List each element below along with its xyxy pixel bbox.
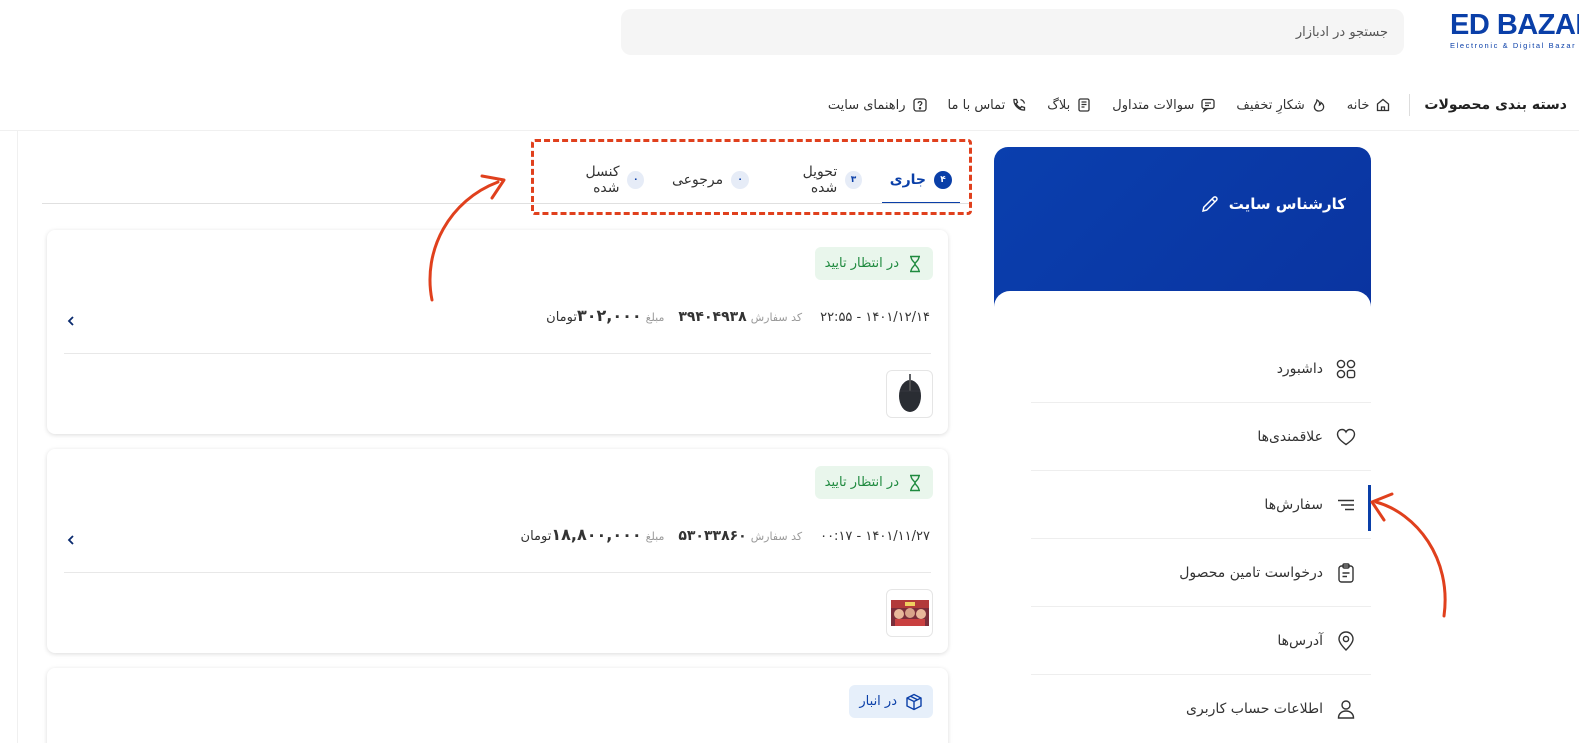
logo-subtitle: Electronic & Digital Bazar [1450,41,1577,50]
order-amount: ۳۰۲,۰۰۰ [576,306,642,325]
sidebar-item-favorites[interactable]: علاقمندی‌ها [1031,403,1371,471]
chat-icon [1201,98,1216,113]
status-badge: در انتظار تایید [814,247,933,280]
sidebar-item-label: داشبورد [1276,360,1323,377]
search-placeholder: جستجو در ادبازار [1295,24,1388,40]
nav-item-faq[interactable]: سوالات متداول [1112,97,1216,113]
clipboard-icon [1338,562,1354,583]
order-card[interactable]: در انبار [47,668,948,743]
nav-item-label: راهنمای سایت [827,97,906,113]
sidebar-item-label: آدرس‌ها [1277,632,1323,649]
content-edge [17,131,18,743]
nav-item-home[interactable]: خانه [1347,97,1392,113]
hourglass-icon [910,255,920,272]
site-logo[interactable]: ED BAZAR Electronic & Digital Bazar [1450,10,1579,60]
card-divider [64,353,931,354]
order-meta: ۱۴۰۱/۱۱/۲۷ - ۰۰:۱۷ کد سفارش ۵۳۰۳۳۸۶۰ مبل… [521,525,930,544]
user-icon [1337,700,1355,719]
sidebar-item-dashboard[interactable]: داشبورد [1031,335,1371,403]
nav-item-discount[interactable]: شکارِ تخفیف [1236,97,1326,113]
order-amount: ۱۸,۸۰۰,۰۰۰ [551,525,642,544]
order-date: ۱۴۰۱/۱۲/۱۴ - ۲۲:۵۵ [820,310,930,325]
nav-categories[interactable]: دسته بندی محصولات [1409,94,1567,116]
fire-icon [1313,98,1325,112]
nav-item-label: سوالات متداول [1112,97,1195,113]
sidebar-item-orders[interactable]: سفارش‌ها [1031,471,1371,539]
order-code: ۵۳۰۳۳۸۶۰ [678,528,747,544]
status-text: در انتظار تایید [824,256,899,271]
profile-menu: داشبورد علاقمندی‌ها سفارش‌ها درخواست تام… [994,291,1371,743]
status-text: در انتظار تایید [824,475,899,490]
orders-icon [1338,499,1354,510]
nav-item-contact[interactable]: تماس با ما [948,97,1028,113]
order-code-label: کد سفارش [750,530,803,543]
sidebar-item-label: علاقمندی‌ها [1257,428,1323,445]
status-badge: در انتظار تایید [814,466,933,499]
order-card[interactable]: در انتظار تایید ۱۴۰۱/۱۱/۲۷ - ۰۰:۱۷ کد سف… [47,449,948,653]
annotation-arrow-tabs [428,174,506,302]
logo-text: ED BAZAR [1450,10,1579,41]
book-icon [1078,98,1090,112]
sidebar-item-addresses[interactable]: آدرس‌ها [1031,607,1371,675]
nav-item-help[interactable]: راهنمای سایت [828,97,928,113]
order-currency: تومان [546,310,577,325]
hourglass-icon [910,474,920,491]
card-divider [64,572,931,573]
sidebar-item-account[interactable]: اطلاعات حساب کاربری [1031,675,1371,743]
heart-icon [1336,428,1356,445]
profile-header: کارشناس سایت [994,147,1371,307]
chevron-left-icon[interactable] [65,533,77,547]
profile-user[interactable]: کارشناس سایت [1199,193,1346,215]
box-icon [906,693,922,710]
nav-item-label: خانه [1346,97,1370,113]
header-divider [0,130,1579,131]
order-date: ۱۴۰۱/۱۱/۲۷ - ۰۰:۱۷ [820,529,930,544]
dashboard-icon [1336,359,1356,378]
sidebar-item-product-request[interactable]: درخواست تامین محصول [1031,539,1371,607]
product-thumbnail[interactable] [886,370,933,418]
product-image-icon [890,600,929,626]
mouse-image-icon [898,374,921,412]
nav-item-label: شکارِ تخفیف [1236,97,1305,113]
order-amount-label: مبلغ [645,311,665,324]
user-name: کارشناس سایت [1228,195,1346,213]
nav-item-label: تماس با ما [947,97,1006,113]
main-nav: دسته بندی محصولات خانه شکارِ تخفیف سوالا… [808,92,1567,118]
nav-item-blog[interactable]: بلاگ [1047,97,1092,113]
search-input[interactable]: جستجو در ادبازار [621,9,1404,55]
annotation-arrow-orders [1370,492,1447,618]
sidebar-item-label: سفارش‌ها [1264,496,1323,513]
highlight-box [531,139,972,215]
help-icon [912,98,927,112]
edit-icon[interactable] [1199,193,1221,215]
profile-sidebar: کارشناس سایت داشبورد علاقمندی‌ها سفارش‌ه… [994,147,1371,743]
sidebar-item-label: اطلاعات حساب کاربری [1186,701,1323,717]
location-icon [1338,630,1354,651]
phone-icon [1013,98,1026,111]
order-code-label: کد سفارش [750,311,803,324]
status-badge: در انبار [849,685,933,718]
chevron-left-icon[interactable] [65,314,77,328]
order-amount-label: مبلغ [645,530,665,543]
sidebar-item-label: درخواست تامین محصول [1179,564,1323,581]
nav-item-label: بلاگ [1047,97,1071,113]
status-text: در انبار [859,694,897,709]
home-icon [1377,98,1390,112]
product-thumbnail[interactable] [886,589,933,637]
order-currency: تومان [520,529,552,544]
order-meta: ۱۴۰۱/۱۲/۱۴ - ۲۲:۵۵ کد سفارش ۳۹۴۰۴۹۳۸ مبل… [546,306,930,325]
order-code: ۳۹۴۰۴۹۳۸ [678,309,747,325]
